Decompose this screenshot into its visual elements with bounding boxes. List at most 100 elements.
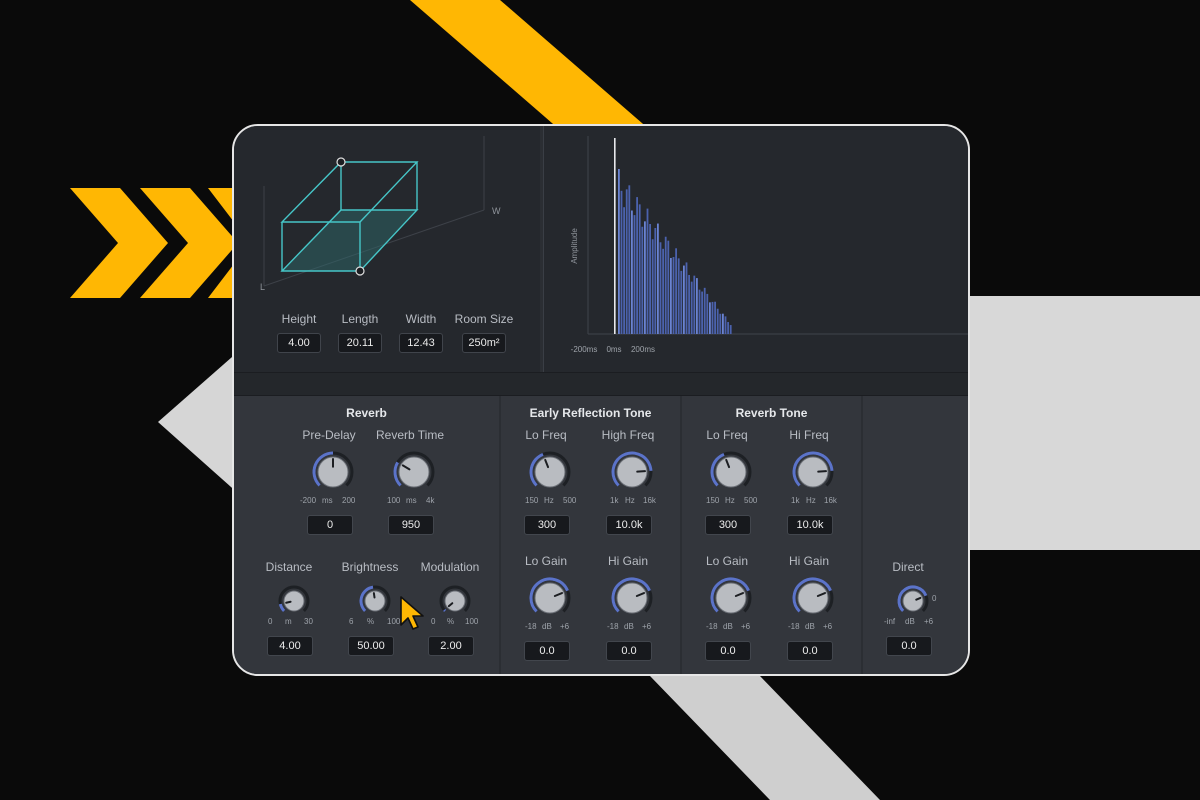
impulse-bar xyxy=(675,248,677,334)
grey-arrow-left xyxy=(158,350,240,495)
direct-value[interactable]: 0.0 xyxy=(886,636,932,656)
rt-hi-gain-value[interactable]: 0.0 xyxy=(787,641,833,661)
room-visualizer: W L Height 4.00 Length 20.11 Width 12.43… xyxy=(234,126,540,372)
er-hi-gain-min: -18 xyxy=(607,622,619,631)
length-control[interactable]: Length 20.11 xyxy=(330,311,390,353)
modulation-knob-icon[interactable] xyxy=(438,584,472,618)
rt-hi-gain-max: +6 xyxy=(823,622,833,631)
er-lo-freq-value[interactable]: 300 xyxy=(524,515,570,535)
length-value[interactable]: 20.11 xyxy=(338,333,382,353)
er-lo-gain-value[interactable]: 0.0 xyxy=(524,641,570,661)
rt-lo-freq-knob-icon[interactable] xyxy=(709,450,753,494)
pre-delay-value[interactable]: 0 xyxy=(307,515,353,535)
distance-value[interactable]: 4.00 xyxy=(267,636,313,656)
grey-diagonal-stripe xyxy=(650,676,880,800)
rt-hi-freq-unit: Hz xyxy=(806,496,816,505)
er-lo-gain-min: -18 xyxy=(525,622,537,631)
brightness-value[interactable]: 50.00 xyxy=(348,636,394,656)
impulse-bar xyxy=(706,293,709,334)
impulse-bar xyxy=(641,226,644,334)
impulse-bar xyxy=(623,207,625,334)
rt-lo-gain-unit: dB xyxy=(723,622,733,631)
brightness-unit: % xyxy=(367,617,375,626)
impulse-bar xyxy=(696,278,698,334)
impulse-bar xyxy=(651,239,654,334)
impulse-bar xyxy=(683,265,685,334)
yellow-diagonal-stripe xyxy=(410,0,650,130)
er-lo-gain-label: Lo Gain xyxy=(524,554,568,568)
early-reflection-tone-title: Early Reflection Tone xyxy=(529,406,652,420)
height-control[interactable]: Height 4.00 xyxy=(269,311,329,353)
room-size-value: 250m² xyxy=(462,333,506,353)
direct-max: +6 xyxy=(924,617,934,626)
impulse-bar xyxy=(688,274,690,334)
impulse-bar xyxy=(631,210,633,334)
rt-lo-freq-min: 150 xyxy=(706,496,720,505)
reverb-title: Reverb xyxy=(346,406,387,420)
distance-knob-icon[interactable] xyxy=(277,584,311,618)
pre-delay-min: -200 xyxy=(300,496,317,505)
impulse-bar xyxy=(620,190,623,334)
er-lo-gain-max: +6 xyxy=(560,622,570,631)
impulse-bar xyxy=(638,204,641,334)
impulse-bar xyxy=(722,313,724,334)
er-hi-gain-knob-icon[interactable] xyxy=(610,576,654,620)
distance-min: 0 xyxy=(268,617,273,626)
impulse-bar xyxy=(680,270,683,334)
modulation-value[interactable]: 2.00 xyxy=(428,636,474,656)
rt-lo-gain-value[interactable]: 0.0 xyxy=(705,641,751,661)
panel-divider xyxy=(234,372,968,396)
direct-unit: dB xyxy=(905,617,915,626)
impulse-bar xyxy=(677,258,680,334)
modulation-unit: % xyxy=(447,617,455,626)
rt-hi-gain-min: -18 xyxy=(788,622,800,631)
impulse-bar xyxy=(698,289,701,334)
impulse-bar xyxy=(636,197,638,334)
impulse-bar xyxy=(670,257,672,334)
brightness-min: 6 xyxy=(349,617,354,626)
rt-lo-freq-value[interactable]: 300 xyxy=(705,515,751,535)
rt-lo-freq-max: 500 xyxy=(744,496,758,505)
brightness-knob-icon[interactable] xyxy=(358,584,392,618)
impulse-bar xyxy=(714,301,716,334)
room-handle-top xyxy=(336,157,346,167)
rt-hi-freq-value[interactable]: 10.0k xyxy=(787,515,833,535)
rt-lo-gain-min: -18 xyxy=(706,622,718,631)
er-high-freq-min: 1k xyxy=(610,496,619,505)
reverb-time-min: 100 xyxy=(387,496,401,505)
impulse-bar xyxy=(701,291,703,334)
rt-lo-gain-label: Lo Gain xyxy=(705,554,749,568)
reverb-time-knob-icon[interactable] xyxy=(392,450,436,494)
impulse-bar xyxy=(644,221,646,334)
er-lo-freq-max: 500 xyxy=(563,496,577,505)
pre-delay-knob-icon[interactable] xyxy=(311,450,355,494)
impulse-bars xyxy=(614,138,732,334)
rt-hi-freq-knob-icon[interactable] xyxy=(791,450,835,494)
height-value[interactable]: 4.00 xyxy=(277,333,321,353)
axis-label-w: W xyxy=(492,206,501,216)
impulse-bar xyxy=(649,223,651,334)
er-hi-gain-value[interactable]: 0.0 xyxy=(606,641,652,661)
er-high-freq-knob-icon[interactable] xyxy=(610,450,654,494)
direct-zero-marker: 0 xyxy=(932,594,937,603)
direct-label: Direct xyxy=(892,560,924,574)
er-high-freq-value[interactable]: 10.0k xyxy=(606,515,652,535)
rt-lo-gain-knob-icon[interactable] xyxy=(709,576,753,620)
rt-hi-freq-max: 16k xyxy=(824,496,837,505)
distance-label: Distance xyxy=(265,560,313,574)
reverb-time-max: 4k xyxy=(426,496,435,505)
reverb-time-value[interactable]: 950 xyxy=(388,515,434,535)
er-lo-gain-knob-icon[interactable] xyxy=(528,576,572,620)
width-value[interactable]: 12.43 xyxy=(399,333,443,353)
rt-hi-gain-unit: dB xyxy=(805,622,815,631)
reverb-tone-title: Reverb Tone xyxy=(735,406,808,420)
modulation-min: 0 xyxy=(431,617,436,626)
er-lo-freq-min: 150 xyxy=(525,496,539,505)
er-hi-gain-label: Hi Gain xyxy=(607,554,648,568)
er-lo-freq-knob-icon[interactable] xyxy=(528,450,572,494)
rt-hi-gain-knob-icon[interactable] xyxy=(791,576,835,620)
impulse-bar xyxy=(716,308,719,334)
width-control[interactable]: Width 12.43 xyxy=(391,311,451,353)
direct-knob-icon[interactable] xyxy=(896,584,930,618)
impulse-bar xyxy=(664,236,667,334)
